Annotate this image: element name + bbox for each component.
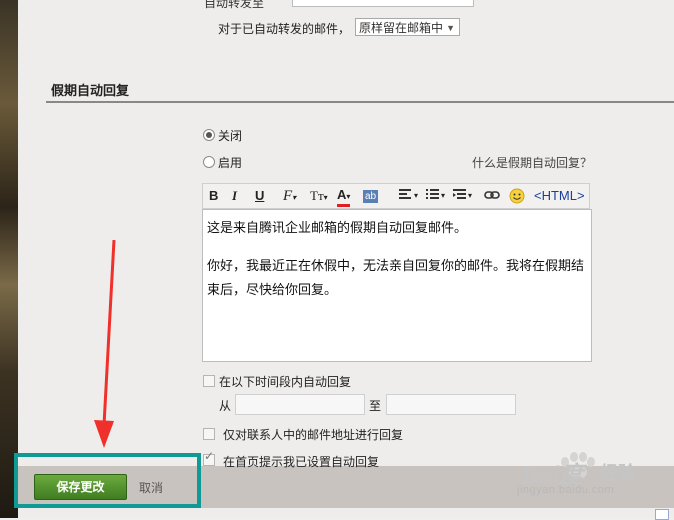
text-color-button[interactable]: A▾ bbox=[337, 187, 351, 207]
watermark-suffix: 经验 bbox=[600, 463, 636, 483]
auto-forward-label: 自动转发至 bbox=[204, 0, 265, 10]
checkmark-icon: ✓ bbox=[204, 449, 215, 463]
schedule-checkbox[interactable] bbox=[203, 375, 215, 387]
text-color-icon: A bbox=[337, 187, 347, 202]
indent-icon bbox=[453, 189, 466, 199]
to-date-input[interactable] bbox=[386, 394, 516, 415]
red-arrow-annotation bbox=[94, 240, 116, 448]
forwarded-mail-select[interactable]: 原样留在邮箱中 ▼ bbox=[355, 18, 460, 36]
font-icon: F bbox=[283, 188, 293, 204]
html-mode-button[interactable]: <HTML> bbox=[534, 188, 585, 204]
forwarded-mail-select-value: 原样留在邮箱中 bbox=[359, 21, 444, 35]
indent-button[interactable]: ▾ bbox=[452, 188, 472, 204]
radio-on[interactable] bbox=[203, 156, 215, 168]
editor-line-2: 你好，我最近正在休假中，无法亲自回复你的邮件。我将在假期结束后，尽快给你回复。 bbox=[207, 258, 585, 297]
link-button[interactable] bbox=[484, 188, 500, 204]
radio-on-label[interactable]: 启用 bbox=[218, 154, 242, 171]
italic-button[interactable]: I bbox=[232, 188, 237, 204]
list-button[interactable]: ▾ bbox=[425, 188, 445, 204]
underline-button[interactable]: U bbox=[255, 188, 264, 204]
section-divider bbox=[46, 101, 674, 103]
homepage-notice-label: 在首页提示我已设置自动回复 bbox=[223, 455, 380, 469]
radio-off[interactable] bbox=[203, 129, 215, 141]
chevron-down-icon: ▼ bbox=[446, 23, 455, 33]
highlight-box bbox=[14, 453, 201, 508]
align-left-icon bbox=[399, 189, 411, 199]
schedule-label: 在以下时间段内自动回复 bbox=[219, 375, 352, 389]
bold-button[interactable]: B bbox=[209, 188, 218, 204]
emoji-button[interactable] bbox=[509, 188, 525, 204]
help-link[interactable]: 什么是假期自动回复？ bbox=[472, 154, 592, 171]
from-date-input[interactable] bbox=[235, 394, 365, 415]
editor-toolbar: B I U F▾ Tт▾ A▾ ab ▾ ▾ ▾ <HTML> bbox=[202, 183, 590, 209]
font-family-button[interactable]: F▾ bbox=[283, 188, 296, 204]
to-label: 至 bbox=[369, 399, 382, 413]
font-size-button[interactable]: Tт▾ bbox=[310, 188, 328, 204]
editor-line-1: 这是来自腾讯企业邮箱的假期自动回复邮件。 bbox=[207, 220, 468, 235]
bg-color-button[interactable]: ab bbox=[363, 190, 379, 203]
bg-color-icon: ab bbox=[365, 191, 377, 202]
contacts-only-label: 仅对联系人中的邮件地址进行回复 bbox=[223, 428, 404, 442]
background-photo-strip bbox=[0, 0, 18, 518]
watermark-url: jingyan.baidu.com bbox=[517, 484, 615, 496]
contacts-only-checkbox[interactable] bbox=[203, 428, 215, 440]
ad-badge-icon bbox=[655, 509, 669, 520]
reply-editor[interactable]: 这是来自腾讯企业邮箱的假期自动回复邮件。 你好，我最近正在休假中，无法亲自回复你… bbox=[202, 209, 592, 362]
font-size-icon: Tт bbox=[310, 188, 324, 203]
forwarded-mail-label: 对于已自动转发的邮件， bbox=[218, 22, 351, 36]
section-title: 假期自动回复 bbox=[51, 83, 130, 98]
smiley-icon bbox=[509, 188, 525, 204]
from-label: 从 bbox=[219, 399, 232, 413]
align-button[interactable]: ▾ bbox=[398, 188, 418, 204]
radio-off-label[interactable]: 关闭 bbox=[218, 127, 242, 144]
bullet-list-icon bbox=[426, 189, 439, 199]
link-icon bbox=[484, 191, 500, 199]
auto-forward-input[interactable] bbox=[292, 0, 474, 7]
